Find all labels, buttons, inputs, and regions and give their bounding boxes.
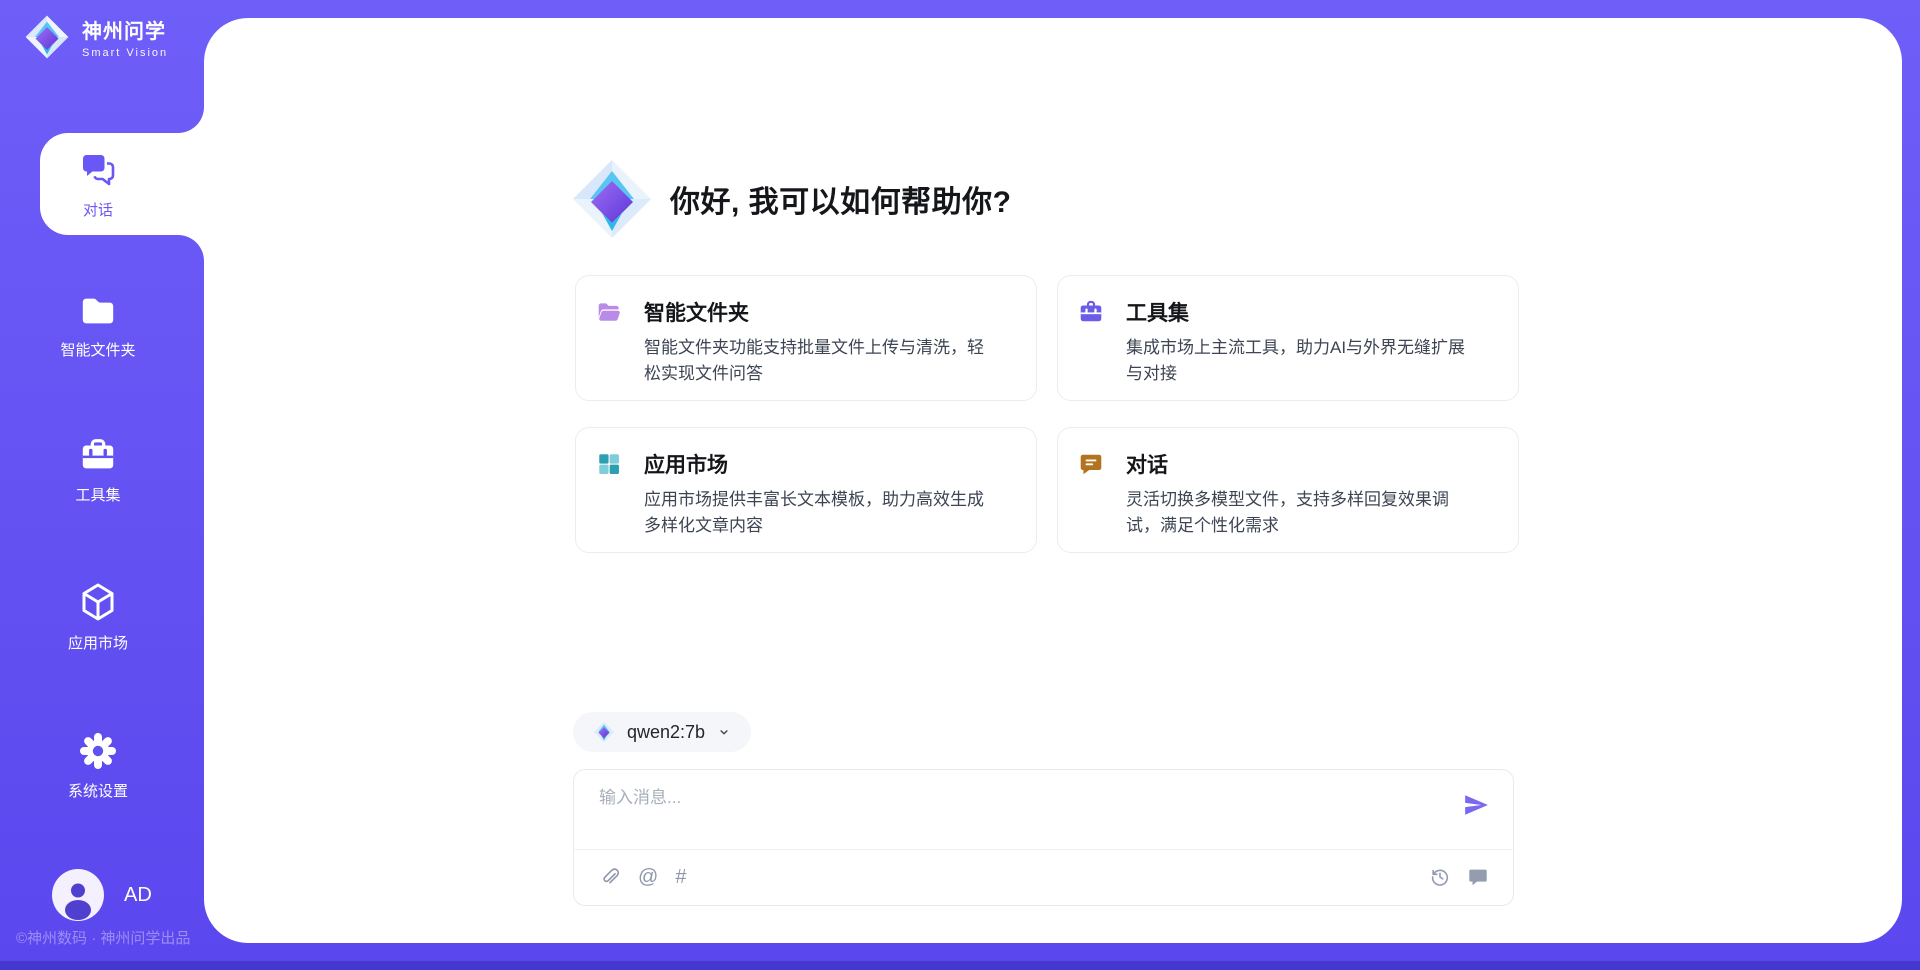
composer-divider bbox=[574, 849, 1513, 850]
model-diamond-icon bbox=[593, 721, 615, 743]
sidebar-item-label: 工具集 bbox=[75, 484, 120, 505]
cube-icon bbox=[78, 581, 118, 623]
message-input[interactable] bbox=[599, 778, 1419, 818]
card-title: 对话 bbox=[1126, 449, 1168, 479]
avatar bbox=[52, 869, 104, 921]
sidebar-item-label: 系统设置 bbox=[68, 780, 128, 801]
grid-icon bbox=[596, 451, 622, 477]
model-selector[interactable]: qwen2:7b bbox=[573, 712, 751, 752]
card-title: 智能文件夹 bbox=[644, 297, 749, 327]
card-description: 集成市场上主流工具，助力AI与外界无缝扩展与对接 bbox=[1126, 335, 1478, 387]
toolbox-icon bbox=[79, 437, 117, 475]
sidebar-item-app-market[interactable]: 应用市场 bbox=[0, 581, 196, 653]
card-title: 应用市场 bbox=[644, 449, 728, 479]
chevron-down-icon bbox=[717, 725, 731, 739]
sidebar-item-toolbox[interactable]: 工具集 bbox=[0, 437, 196, 505]
greeting-diamond-icon bbox=[570, 157, 654, 241]
feature-card-smart-folder[interactable]: 智能文件夹 智能文件夹功能支持批量文件上传与清洗，轻松实现文件问答 bbox=[575, 275, 1037, 401]
card-description: 灵活切换多模型文件，支持多样回复效果调试，满足个性化需求 bbox=[1126, 487, 1478, 539]
brand-diamond-icon bbox=[24, 14, 70, 60]
brand-name: 神州问学 bbox=[82, 15, 168, 44]
greeting-block: 你好, 我可以如何帮助你? bbox=[570, 157, 1012, 241]
folder-open-icon bbox=[596, 299, 622, 325]
sidebar-item-label: 对话 bbox=[83, 199, 113, 220]
card-description: 应用市场提供丰富长文本模板，助力高效生成多样化文章内容 bbox=[644, 487, 996, 539]
sidebar-item-label: 应用市场 bbox=[68, 632, 128, 653]
user-account[interactable]: AD bbox=[52, 869, 152, 921]
brand-logo-block: 神州问学 Smart Vision bbox=[24, 14, 168, 60]
history-icon[interactable] bbox=[1429, 866, 1451, 888]
model-name: qwen2:7b bbox=[627, 722, 705, 743]
conversation-icon[interactable] bbox=[1467, 866, 1489, 888]
card-title: 工具集 bbox=[1126, 297, 1189, 327]
feature-card-chat[interactable]: 对话 灵活切换多模型文件，支持多样回复效果调试，满足个性化需求 bbox=[1057, 427, 1519, 553]
send-icon[interactable] bbox=[1463, 792, 1489, 818]
feature-card-app-market[interactable]: 应用市场 应用市场提供丰富长文本模板，助力高效生成多样化文章内容 bbox=[575, 427, 1037, 553]
chat-square-icon bbox=[1078, 451, 1104, 477]
chat-bubbles-icon bbox=[78, 150, 118, 190]
brand-subtitle: Smart Vision bbox=[82, 47, 168, 59]
greeting-title: 你好, 我可以如何帮助你? bbox=[670, 177, 1012, 221]
sidebar-item-settings[interactable]: 系统设置 bbox=[0, 731, 196, 801]
bottom-edge-strip bbox=[0, 961, 1920, 970]
message-composer: @ # bbox=[573, 769, 1514, 906]
briefcase-icon bbox=[1078, 299, 1104, 325]
user-name: AD bbox=[124, 884, 152, 907]
sidebar-item-label: 智能文件夹 bbox=[60, 339, 135, 360]
card-description: 智能文件夹功能支持批量文件上传与清洗，轻松实现文件问答 bbox=[644, 335, 996, 387]
sidebar-footer-credit: ©神州数码 · 神州问学出品 bbox=[16, 927, 226, 948]
hashtag-icon[interactable]: # bbox=[675, 866, 686, 888]
sidebar-item-chat[interactable]: 对话 bbox=[40, 105, 204, 263]
folder-icon bbox=[79, 292, 117, 330]
feature-card-toolbox[interactable]: 工具集 集成市场上主流工具，助力AI与外界无缝扩展与对接 bbox=[1057, 275, 1519, 401]
gear-icon bbox=[78, 731, 118, 771]
attachment-icon[interactable] bbox=[599, 866, 621, 888]
mention-icon[interactable]: @ bbox=[638, 866, 658, 888]
sidebar-item-smart-folder[interactable]: 智能文件夹 bbox=[0, 292, 196, 360]
